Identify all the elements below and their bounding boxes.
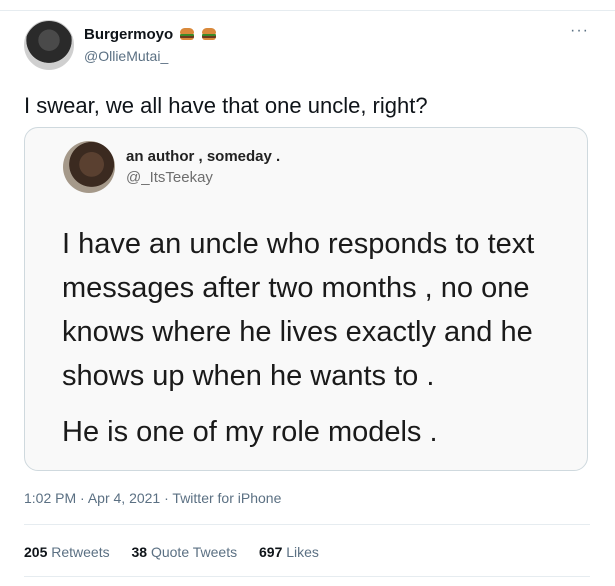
likes-label: Likes bbox=[286, 544, 319, 560]
burger-emoji-icon bbox=[180, 28, 195, 40]
quoted-paragraph: He is one of my role models . bbox=[62, 416, 438, 448]
meta-separator: · bbox=[164, 490, 169, 506]
likes-count: 697 bbox=[259, 544, 283, 560]
burger-emoji-icon bbox=[201, 28, 216, 40]
top-border bbox=[0, 0, 615, 11]
tweet-date[interactable]: Apr 4, 2021 bbox=[88, 490, 160, 506]
quoted-paragraph: I have an uncle who responds to text mes… bbox=[62, 228, 535, 392]
quoted-image-card[interactable]: an author , someday . @_ItsTeekay I have… bbox=[24, 127, 588, 471]
tweet-source[interactable]: Twitter for iPhone bbox=[172, 490, 281, 506]
retweets-count: 205 bbox=[24, 544, 48, 560]
quoted-avatar bbox=[63, 141, 115, 193]
meta-separator: · bbox=[80, 490, 85, 506]
tweet-meta: 1:02 PM · Apr 4, 2021 · Twitter for iPho… bbox=[24, 490, 281, 506]
tweet-text: I swear, we all have that one uncle, rig… bbox=[24, 93, 428, 118]
quote-tweets-count: 38 bbox=[131, 544, 148, 560]
retweets-stat[interactable]: 205 Retweets bbox=[24, 544, 114, 560]
author-name[interactable]: Burgermoyo bbox=[84, 26, 216, 43]
author-name-text[interactable]: Burgermoyo bbox=[84, 26, 173, 43]
quoted-name: an author , someday . bbox=[126, 148, 281, 165]
likes-stat[interactable]: 697 Likes bbox=[259, 544, 319, 560]
more-options-icon[interactable]: ··· bbox=[570, 22, 589, 40]
retweets-label: Retweets bbox=[51, 544, 110, 560]
divider bbox=[24, 576, 590, 577]
tweet-time[interactable]: 1:02 PM bbox=[24, 490, 76, 506]
author-handle[interactable]: @OllieMutai_ bbox=[84, 48, 168, 64]
tweet-stats: 205 Retweets 38 Quote Tweets 697 Likes bbox=[24, 544, 337, 560]
quote-tweets-stat[interactable]: 38 Quote Tweets bbox=[132, 544, 242, 560]
quote-tweets-label: Quote Tweets bbox=[150, 544, 238, 560]
author-avatar[interactable] bbox=[24, 20, 74, 70]
divider bbox=[24, 524, 590, 525]
quoted-handle: @_ItsTeekay bbox=[126, 169, 213, 186]
